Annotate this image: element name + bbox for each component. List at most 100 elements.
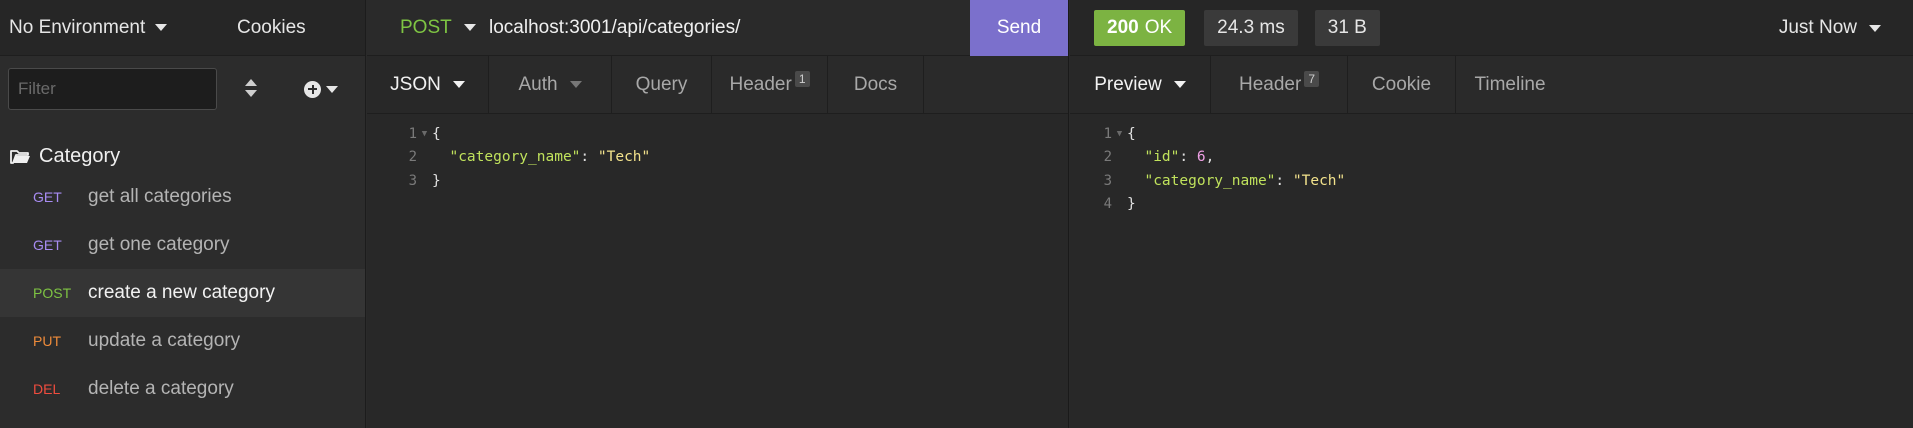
code-line: 2 "id": 6, xyxy=(1070,146,1913,170)
request-tabs: JSON Auth Query Header 1 Docs xyxy=(367,56,1068,114)
caret-down-icon xyxy=(1869,24,1881,32)
line-number: 2 xyxy=(1103,149,1112,166)
response-pane: 200 OK 24.3 ms 31 B Just Now Preview Hea… xyxy=(1070,0,1913,428)
request-name: delete a category xyxy=(88,378,234,399)
status-badge: 200 OK xyxy=(1094,9,1186,46)
caret-down-icon xyxy=(1173,81,1186,88)
tab-label: Header xyxy=(729,73,792,95)
response-bar: 200 OK 24.3 ms 31 B Just Now xyxy=(1070,0,1913,56)
tab-cookie[interactable]: Cookie xyxy=(1348,56,1456,113)
sidebar: No Environment Cookies Category GET get … xyxy=(0,0,366,428)
tab-label: Preview xyxy=(1094,73,1162,95)
send-button[interactable]: Send xyxy=(970,0,1068,56)
response-body-viewer[interactable]: 1 ▼ { 2 "id": 6, 3 "category_name": "Tec… xyxy=(1070,114,1913,216)
method-badge: PUT xyxy=(33,333,61,349)
folder-category[interactable]: Category xyxy=(0,139,365,173)
caret-down-icon xyxy=(452,81,465,88)
tab-query[interactable]: Query xyxy=(612,56,712,113)
code-line: 4 } xyxy=(1070,193,1913,217)
tab-auth[interactable]: Auth xyxy=(489,56,612,113)
header-count-badge: 1 xyxy=(794,70,810,87)
line-number: 1 xyxy=(408,125,417,142)
tab-timeline[interactable]: Timeline xyxy=(1456,56,1564,113)
tab-docs[interactable]: Docs xyxy=(828,56,924,113)
add-item-button[interactable] xyxy=(304,80,338,98)
add-circle-icon xyxy=(304,80,321,98)
tab-label: Timeline xyxy=(1474,73,1546,95)
request-item-get-one[interactable]: GET get one category xyxy=(0,221,365,269)
method-badge: DEL xyxy=(33,381,61,397)
folder-label: Category xyxy=(39,144,121,167)
request-item-create[interactable]: POST create a new category xyxy=(0,269,365,317)
url-input[interactable] xyxy=(489,16,969,39)
url-bar: POST Send xyxy=(367,0,1068,56)
code-line: 1 ▼ { xyxy=(367,122,1068,146)
environment-dropdown[interactable]: No Environment xyxy=(0,17,210,39)
method-label: POST xyxy=(400,16,452,38)
request-item-get-all[interactable]: GET get all categories xyxy=(0,173,365,221)
tab-header[interactable]: Header 1 xyxy=(712,56,828,113)
response-size: 31 B xyxy=(1314,9,1380,46)
request-name: create a new category xyxy=(88,282,275,303)
tab-label: JSON xyxy=(390,73,441,95)
line-number: 3 xyxy=(1103,172,1112,189)
tab-label: Header xyxy=(1238,73,1302,95)
line-number: 2 xyxy=(408,149,417,166)
history-label: Just Now xyxy=(1778,17,1857,38)
environment-label: No Environment xyxy=(9,16,146,38)
filter-row xyxy=(0,56,365,122)
caret-down-icon xyxy=(463,24,476,31)
response-tabs: Preview Header 7 Cookie Timeline xyxy=(1070,56,1913,114)
filter-input[interactable] xyxy=(8,68,217,110)
json-value: 6 xyxy=(1196,149,1206,166)
request-name: get one category xyxy=(88,234,230,255)
tab-label: Cookie xyxy=(1371,73,1432,95)
sort-icon[interactable] xyxy=(242,78,260,100)
code-line: 1 ▼ { xyxy=(1070,122,1913,146)
status-text: OK xyxy=(1144,16,1173,38)
request-body-editor[interactable]: 1 ▼ { 2 "category_name": "Tech" 3 } xyxy=(367,114,1068,193)
tab-label: Auth xyxy=(518,73,558,95)
history-dropdown[interactable]: Just Now xyxy=(1779,0,1881,56)
folder-open-icon xyxy=(10,149,31,164)
caret-down-icon xyxy=(155,24,168,31)
caret-down-icon xyxy=(569,81,582,88)
json-key: "id" xyxy=(1144,149,1180,166)
line-number: 3 xyxy=(408,172,417,189)
tab-body-json[interactable]: JSON xyxy=(367,56,489,113)
json-value: "Tech" xyxy=(1292,172,1346,189)
code-line: 2 "category_name": "Tech" xyxy=(367,146,1068,170)
cookies-button[interactable]: Cookies xyxy=(237,17,306,39)
fold-arrow-icon[interactable]: ▼ xyxy=(417,129,432,139)
fold-arrow-icon[interactable]: ▼ xyxy=(1112,129,1127,139)
method-badge: POST xyxy=(33,285,72,301)
tab-label: Query xyxy=(635,73,688,95)
request-item-update[interactable]: PUT update a category xyxy=(0,317,365,365)
status-code: 200 xyxy=(1107,16,1139,38)
sidebar-header: No Environment Cookies xyxy=(0,0,365,56)
line-number: 1 xyxy=(1103,125,1112,142)
code-line: 3 } xyxy=(367,169,1068,193)
tab-response-header[interactable]: Header 7 xyxy=(1211,56,1348,113)
code-text: } xyxy=(432,172,441,189)
header-count-badge: 7 xyxy=(1304,70,1319,87)
request-pane: POST Send JSON Auth Query Header 1 Docs … xyxy=(367,0,1069,428)
line-number: 4 xyxy=(1103,196,1112,213)
json-key: "category_name" xyxy=(449,149,581,166)
code-text: { xyxy=(1127,125,1136,142)
method-dropdown[interactable]: POST xyxy=(367,17,489,39)
tab-preview[interactable]: Preview xyxy=(1070,56,1211,113)
method-badge: GET xyxy=(33,237,62,253)
request-name: get all categories xyxy=(88,186,232,207)
request-item-delete[interactable]: DEL delete a category xyxy=(0,365,365,413)
request-name: update a category xyxy=(88,330,241,351)
json-value: "Tech" xyxy=(597,149,651,166)
code-line: 3 "category_name": "Tech" xyxy=(1070,169,1913,193)
tab-label: Docs xyxy=(853,73,898,95)
caret-down-icon xyxy=(326,85,338,93)
method-badge: GET xyxy=(33,189,62,205)
code-text: { xyxy=(432,125,441,142)
code-text: } xyxy=(1127,196,1136,213)
json-key: "category_name" xyxy=(1144,172,1276,189)
response-time: 24.3 ms xyxy=(1204,9,1298,46)
